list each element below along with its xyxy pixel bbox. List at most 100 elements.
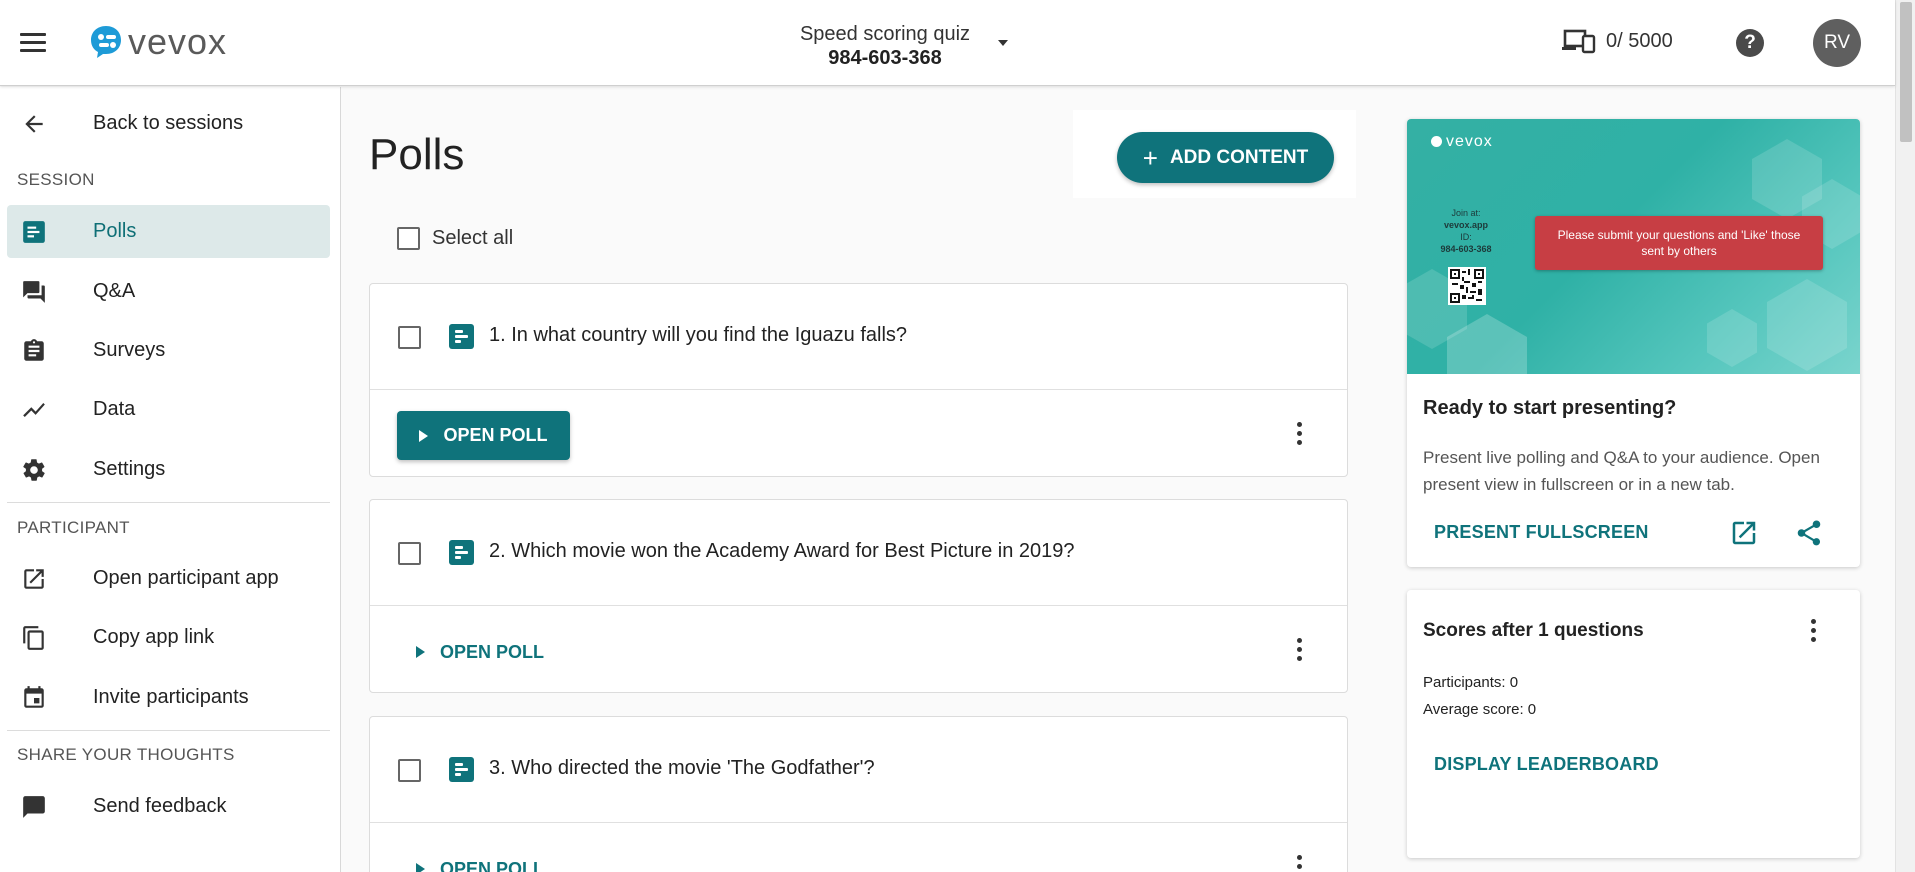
section-session-heading: SESSION [17, 170, 95, 190]
participant-capacity: 0/ 5000 [1562, 28, 1673, 54]
arrow-back-icon [21, 111, 47, 137]
sidebar-item-label: Settings [93, 458, 165, 481]
poll-header[interactable]: 2. Which movie won the Academy Award for… [370, 500, 1347, 606]
more-options-icon[interactable] [1294, 638, 1304, 664]
data-icon [21, 397, 47, 423]
poll-card: 1. In what country will you find the Igu… [369, 283, 1348, 477]
present-card: vevox Join at: vevox.app ID: 984-603-368… [1407, 119, 1860, 567]
poll-card: 3. Who directed the movie 'The Godfather… [369, 716, 1348, 872]
select-all-checkbox[interactable] [397, 227, 420, 250]
sidebar-item-label: Copy app link [93, 626, 214, 649]
session-selector[interactable]: Speed scoring quiz 984-603-368 [780, 22, 990, 70]
poll-question: 2. Which movie won the Academy Award for… [489, 540, 1075, 563]
sidebar-item-copy-app-link[interactable]: Copy app link [7, 611, 330, 664]
page-scrollbar[interactable] [1895, 0, 1915, 872]
more-options-icon[interactable] [1294, 422, 1304, 448]
select-all-label: Select all [432, 227, 513, 250]
select-all[interactable]: Select all [397, 227, 513, 250]
open-new-tab-icon[interactable] [1729, 518, 1759, 548]
vevox-logo[interactable]: vevox [88, 22, 227, 62]
scrollbar-thumb[interactable] [1900, 2, 1912, 142]
present-fullscreen-button[interactable]: PRESENT FULLSCREEN [1434, 522, 1649, 543]
avatar[interactable]: RV [1813, 19, 1861, 67]
back-label: Back to sessions [93, 112, 243, 135]
qr-code-icon [1450, 269, 1484, 303]
poll-question: 3. Who directed the movie 'The Godfather… [489, 757, 875, 780]
plus-icon: + [1143, 145, 1158, 171]
add-content-button[interactable]: + ADD CONTENT [1117, 132, 1334, 183]
preview-session-id: 984-603-368 [1431, 243, 1501, 255]
back-to-sessions-link[interactable]: Back to sessions [7, 97, 330, 150]
poll-checkbox[interactable] [398, 759, 421, 782]
poll-icon [449, 757, 474, 782]
open-external-icon [21, 566, 47, 592]
section-feedback-heading: SHARE YOUR THOUGHTS [17, 745, 235, 765]
poll-checkbox[interactable] [398, 542, 421, 565]
more-options-icon[interactable] [1294, 855, 1304, 872]
session-dropdown-icon[interactable] [998, 40, 1008, 46]
play-icon [416, 646, 425, 658]
poll-header[interactable]: 1. In what country will you find the Igu… [370, 284, 1347, 390]
present-title: Ready to start presenting? [1423, 397, 1676, 420]
calendar-icon [21, 685, 47, 711]
session-name: Speed scoring quiz [780, 22, 990, 46]
gear-icon [21, 457, 47, 483]
average-score: Average score: 0 [1423, 701, 1536, 718]
devices-icon [1562, 28, 1596, 54]
more-options-icon[interactable] [1808, 619, 1818, 645]
polls-icon [21, 219, 47, 245]
help-icon[interactable]: ? [1736, 29, 1764, 57]
preview-id-label: ID: [1431, 231, 1501, 243]
presentation-preview[interactable]: vevox Join at: vevox.app ID: 984-603-368… [1407, 119, 1860, 374]
qa-icon [21, 279, 47, 305]
sidebar-item-label: Send feedback [93, 795, 226, 818]
preview-logo-icon [1431, 136, 1442, 147]
play-icon [416, 863, 425, 872]
poll-header[interactable]: 3. Who directed the movie 'The Godfather… [370, 717, 1347, 823]
page-title: Polls [369, 130, 464, 180]
poll-icon [449, 540, 474, 565]
add-content-label: ADD CONTENT [1170, 147, 1308, 169]
sidebar-item-label: Polls [93, 220, 136, 243]
decorative-hexagon [1767, 279, 1847, 371]
sidebar-item-data[interactable]: Data [7, 383, 330, 436]
open-poll-button[interactable]: OPEN POLL [416, 639, 544, 665]
menu-icon[interactable] [20, 33, 46, 53]
sidebar-item-settings[interactable]: Settings [7, 443, 330, 496]
preview-join-url: vevox.app [1431, 219, 1501, 231]
sidebar-item-polls[interactable]: Polls [7, 205, 330, 258]
poll-icon [449, 324, 474, 349]
decorative-hexagon [1707, 309, 1757, 367]
sidebar-item-qa[interactable]: Q&A [7, 265, 330, 318]
open-poll-label: OPEN POLL [443, 425, 547, 446]
present-description: Present live polling and Q&A to your aud… [1423, 444, 1843, 498]
divider [7, 730, 330, 731]
preview-join-info: Join at: vevox.app ID: 984-603-368 [1431, 207, 1501, 255]
participants-count: Participants: 0 [1423, 674, 1518, 691]
preview-join-label: Join at: [1431, 207, 1501, 219]
sidebar-item-invite-participants[interactable]: Invite participants [7, 671, 330, 724]
sidebar-item-surveys[interactable]: Surveys [7, 324, 330, 377]
share-icon[interactable] [1794, 518, 1824, 548]
sidebar-item-label: Invite participants [93, 686, 249, 709]
feedback-icon [21, 794, 47, 820]
divider [7, 502, 330, 503]
sidebar: Back to sessions SESSION Polls Q&A Surve… [0, 87, 341, 872]
poll-card: 2. Which movie won the Academy Award for… [369, 499, 1348, 693]
poll-checkbox[interactable] [398, 326, 421, 349]
sidebar-item-label: Q&A [93, 280, 135, 303]
surveys-icon [21, 338, 47, 364]
sidebar-item-send-feedback[interactable]: Send feedback [7, 780, 330, 833]
open-poll-label: OPEN POLL [440, 859, 544, 872]
sidebar-item-label: Surveys [93, 339, 165, 362]
sidebar-item-label: Data [93, 398, 135, 421]
open-poll-button[interactable]: OPEN POLL [416, 856, 544, 872]
preview-logo: vevox [1431, 133, 1493, 151]
sidebar-item-open-participant-app[interactable]: Open participant app [7, 552, 330, 605]
display-leaderboard-button[interactable]: DISPLAY LEADERBOARD [1434, 754, 1659, 775]
logo-text: vevox [128, 21, 227, 63]
device-count: 0/ 5000 [1606, 30, 1673, 53]
top-bar: vevox Speed scoring quiz 984-603-368 0/ … [0, 0, 1895, 86]
open-poll-button[interactable]: OPEN POLL [397, 411, 570, 460]
preview-logo-text: vevox [1446, 133, 1493, 150]
